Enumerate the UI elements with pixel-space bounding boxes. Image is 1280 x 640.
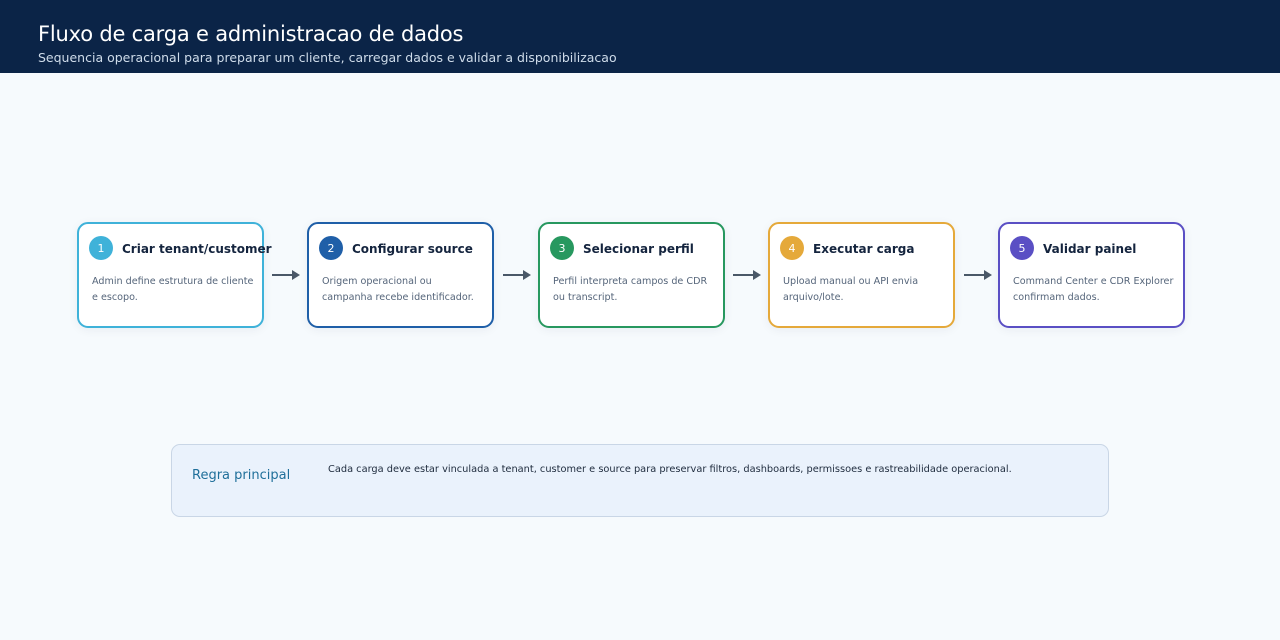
step-title: Executar carga xyxy=(813,242,915,256)
step-description: Origem operacional ou campanha recebe id… xyxy=(322,276,474,303)
step-title: Selecionar perfil xyxy=(583,242,694,256)
step-card-2: 2 Configurar source Origem operacional o… xyxy=(307,222,494,328)
step-card-5: 5 Validar painel Command Center e CDR Ex… xyxy=(998,222,1185,328)
step-number-badge: 3 xyxy=(550,236,574,260)
flow-arrow-head xyxy=(523,270,531,280)
step-description: Command Center e CDR Explorer confirmam … xyxy=(1013,276,1174,303)
rule-text: Cada carga deve estar vinculada a tenant… xyxy=(328,464,1012,475)
step-card-3: 3 Selecionar perfil Perfil interpreta ca… xyxy=(538,222,725,328)
page-header: Fluxo de carga e administracao de dados … xyxy=(0,0,1280,73)
step-number-badge: 2 xyxy=(319,236,343,260)
flow-arrow-icon xyxy=(964,270,992,280)
step-card-1: 1 Criar tenant/customer Admin define est… xyxy=(77,222,272,328)
step-description: Admin define estrutura de cliente e esco… xyxy=(92,276,254,303)
step-number-badge: 4 xyxy=(780,236,804,260)
step-description: Upload manual ou API envia arquivo/lote. xyxy=(783,276,919,303)
step-title: Validar painel xyxy=(1043,242,1137,256)
step-title: Criar tenant/customer xyxy=(122,242,272,256)
step-title: Configurar source xyxy=(352,242,473,256)
flow-arrow-head xyxy=(984,270,992,280)
step-description: Perfil interpreta campos de CDR ou trans… xyxy=(553,276,708,303)
rule-label: Regra principal xyxy=(192,468,291,483)
main-rule-callout: Regra principal Cada carga deve estar vi… xyxy=(171,444,1109,517)
flow-arrow-icon xyxy=(733,270,761,280)
step-number-badge: 5 xyxy=(1010,236,1034,260)
flow-arrow-head xyxy=(753,270,761,280)
page-title: Fluxo de carga e administracao de dados xyxy=(38,22,464,46)
page-subtitle: Sequencia operacional para preparar um c… xyxy=(38,50,617,65)
flow-arrow-icon xyxy=(272,270,300,280)
step-card-4: 4 Executar carga Upload manual ou API en… xyxy=(768,222,955,328)
step-number-badge: 1 xyxy=(89,236,113,260)
flow-arrow-head xyxy=(292,270,300,280)
flow-arrow-icon xyxy=(503,270,531,280)
